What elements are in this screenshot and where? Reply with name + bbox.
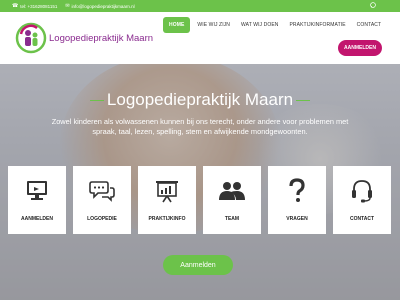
nav-contact[interactable]: CONTACT <box>353 17 386 33</box>
presentation-board-icon <box>138 178 196 204</box>
email-contact[interactable]: ✉ info@logopediepraktijkmaarn.nl <box>65 2 135 9</box>
logo-mark-icon <box>15 22 47 54</box>
site-header: Logopediepraktijk Maarn HOME WIE WIJ ZIJ… <box>0 12 400 64</box>
nav-wie-wij-zijn[interactable]: WIE WIJ ZIJN <box>193 17 234 33</box>
card-label: LOGOPEDIE <box>87 216 117 222</box>
card-label: TEAM <box>224 216 240 222</box>
phone-icon: ☎ <box>12 2 19 9</box>
nav-wat-wij-doen[interactable]: WAT WIJ DOEN <box>237 17 283 33</box>
phone-contact[interactable]: ☎ tel: +31628081151 <box>12 2 58 9</box>
card-praktijkinfo[interactable]: PRAKTIJKINFO <box>138 166 196 234</box>
main-navigation: HOME WIE WIJ ZIJN WAT WIJ DOEN PRAKTIJKI… <box>163 17 388 33</box>
top-contact-bar: ☎ tel: +31628081151 ✉ info@logopedieprak… <box>0 0 400 12</box>
aanmelden-header-button[interactable]: AANMELDEN <box>338 40 382 56</box>
card-label: AANMELDEN <box>21 216 53 222</box>
hero-section: Logopediepraktijk Maarn Zowel kinderen a… <box>0 64 400 300</box>
nav-home[interactable]: HOME <box>163 17 191 33</box>
card-label: CONTACT <box>349 216 375 222</box>
question-mark-icon <box>268 178 326 204</box>
title-divider-left <box>89 99 104 101</box>
site-logo[interactable]: Logopediepraktijk Maarn <box>15 22 153 54</box>
monitor-icon <box>8 178 66 204</box>
speech-bubbles-icon <box>73 178 131 204</box>
phone-label: tel: <box>20 3 27 9</box>
aanmelden-hero-button[interactable]: Aanmelden <box>163 255 233 275</box>
card-label: PRAKTIJKINFO <box>148 216 186 222</box>
card-team[interactable]: TEAM <box>203 166 261 234</box>
headset-icon <box>333 178 391 204</box>
phone-number[interactable]: +31628081151 <box>28 4 58 9</box>
title-divider-right <box>296 99 311 101</box>
service-cards: AANMELDEN LOGOPEDIE PRAKTIJKINFO TEAM VR… <box>8 166 391 234</box>
whatsapp-icon[interactable] <box>370 2 376 10</box>
hero-title-row: Logopediepraktijk Maarn <box>0 90 400 110</box>
card-aanmelden[interactable]: AANMELDEN <box>8 166 66 234</box>
hero-subtitle: Zowel kinderen als volwassenen kunnen bi… <box>51 117 349 136</box>
card-logopedie[interactable]: LOGOPEDIE <box>73 166 131 234</box>
envelope-icon: ✉ <box>65 2 70 9</box>
card-vragen[interactable]: VRAGEN <box>268 166 326 234</box>
email-address[interactable]: info@logopediepraktijkmaarn.nl <box>72 4 135 9</box>
people-icon <box>203 178 261 204</box>
logo-text: Logopediepraktijk Maarn <box>49 32 154 44</box>
card-contact[interactable]: CONTACT <box>333 166 391 234</box>
nav-praktijkinformatie[interactable]: PRAKTIJKINFORMATIE <box>286 17 350 33</box>
card-label: VRAGEN <box>286 216 308 222</box>
hero-title: Logopediepraktijk Maarn <box>106 90 294 109</box>
